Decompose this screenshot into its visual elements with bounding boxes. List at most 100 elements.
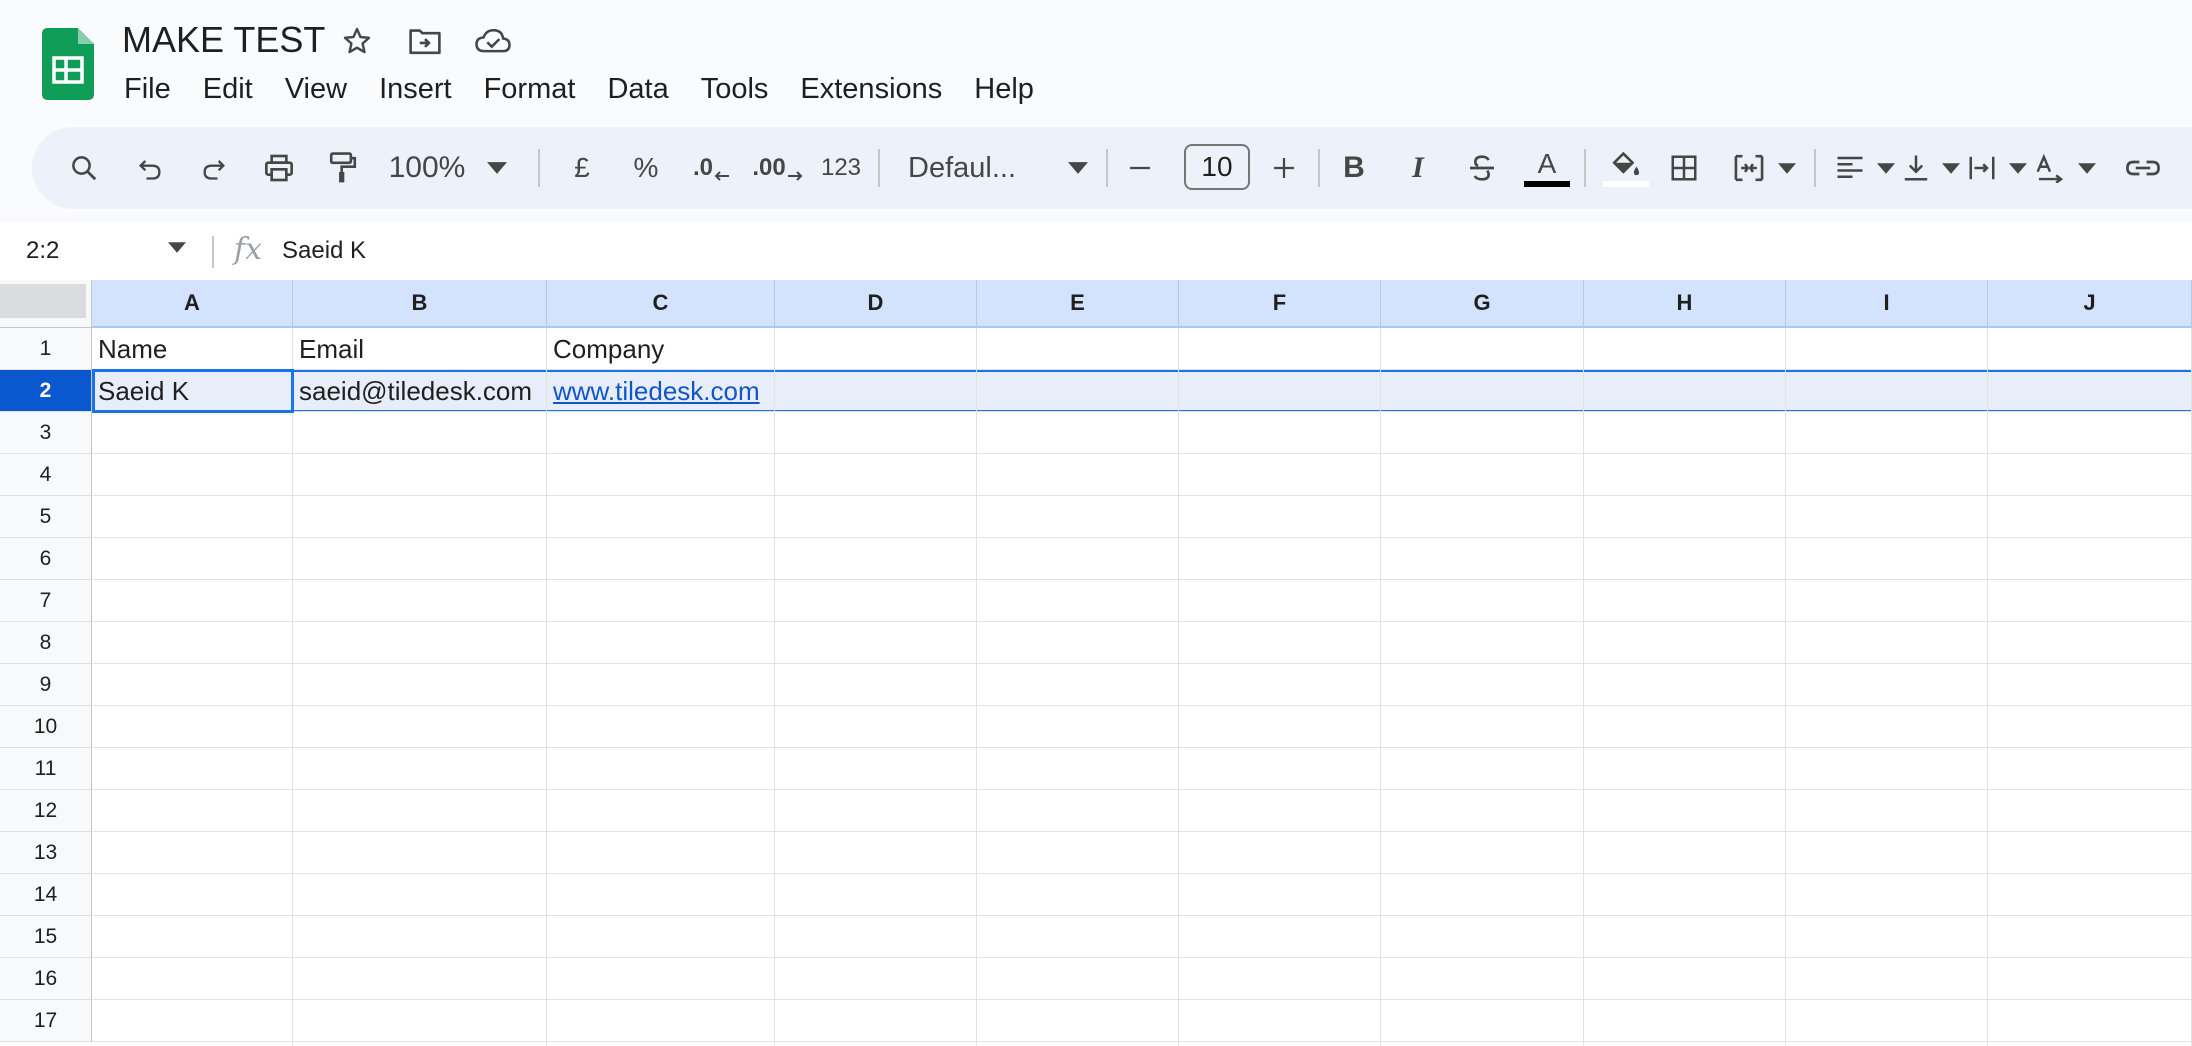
menu-edit[interactable]: Edit (187, 66, 269, 112)
toolbar-divider (1106, 149, 1108, 187)
column-header-f[interactable]: F (1179, 280, 1381, 328)
cell-header-name[interactable]: Name (92, 328, 293, 370)
chevron-down-icon (2009, 162, 2027, 174)
row-header-16[interactable]: 16 (0, 958, 92, 1000)
move-to-folder-icon[interactable] (406, 22, 444, 60)
gridline (1380, 328, 1381, 1046)
gridline (92, 579, 2192, 580)
menu-extensions[interactable]: Extensions (784, 66, 958, 112)
plus-icon (1274, 158, 1294, 178)
active-cell-outline[interactable] (92, 369, 294, 413)
gridline (92, 1041, 2192, 1042)
minus-icon (1130, 166, 1150, 170)
row-header-15[interactable]: 15 (0, 916, 92, 958)
toolbar-divider (1584, 149, 1586, 187)
row-header-8[interactable]: 8 (0, 622, 92, 664)
row-header-12[interactable]: 12 (0, 790, 92, 832)
print-button[interactable] (258, 127, 300, 209)
borders-button[interactable] (1662, 127, 1706, 209)
row-header-10[interactable]: 10 (0, 706, 92, 748)
menu-help[interactable]: Help (958, 66, 1050, 112)
cell-link[interactable]: www.tiledesk.com (547, 370, 775, 412)
row-header-11[interactable]: 11 (0, 748, 92, 790)
formula-input[interactable]: Saeid K (282, 222, 366, 280)
fill-color-button[interactable] (1598, 127, 1654, 209)
menu-file[interactable]: File (108, 66, 187, 112)
text-color-button[interactable]: A (1522, 127, 1572, 209)
font-size-input[interactable]: 10 (1184, 144, 1250, 190)
row-header-2[interactable]: 2 (0, 370, 92, 412)
horizontal-align-button[interactable] (1828, 127, 1902, 209)
star-icon[interactable] (338, 22, 376, 60)
column-header-c[interactable]: C (547, 280, 775, 328)
cell-header-email[interactable]: Email (293, 328, 547, 370)
text-wrapping-button[interactable] (1960, 127, 2034, 209)
zoom-select[interactable]: 100% (386, 127, 510, 209)
cell-header-company[interactable]: Company (547, 328, 775, 370)
sheets-logo[interactable] (42, 28, 94, 100)
column-header-d[interactable]: D (775, 280, 977, 328)
column-header-h[interactable]: H (1584, 280, 1786, 328)
column-header-j[interactable]: J (1988, 280, 2192, 328)
increase-decimal-button[interactable]: .00 (748, 127, 808, 209)
row-header-4[interactable]: 4 (0, 454, 92, 496)
column-header-g[interactable]: G (1381, 280, 1584, 328)
strikethrough-button[interactable] (1460, 127, 1504, 209)
borders-icon (1671, 155, 1697, 181)
menu-data[interactable]: Data (591, 66, 684, 112)
row-header-1[interactable]: 1 (0, 328, 92, 370)
menu-insert[interactable]: Insert (363, 66, 468, 112)
select-all-corner[interactable] (0, 280, 92, 328)
bold-button[interactable]: B (1332, 127, 1376, 209)
toolbar-divider (878, 149, 880, 187)
row-header-6[interactable]: 6 (0, 538, 92, 580)
spreadsheet-grid: A B C D E F G H I J 1 2 3 4 5 6 7 8 9 10 11 12 13 14 15 16 17 Name E… (0, 280, 2192, 1046)
search-menus-button[interactable] (62, 127, 106, 209)
decrease-decimal-button[interactable]: .0 (684, 127, 740, 209)
menu-tools[interactable]: Tools (685, 66, 785, 112)
increase-font-size-button[interactable] (1262, 127, 1306, 209)
menu-view[interactable]: View (269, 66, 363, 112)
merge-cells-button[interactable] (1724, 127, 1804, 209)
row-header-7[interactable]: 7 (0, 580, 92, 622)
cloud-saved-icon[interactable] (474, 22, 512, 60)
chevron-down-icon[interactable] (168, 242, 186, 253)
gridline (292, 328, 293, 1046)
paint-format-button[interactable] (322, 127, 364, 209)
currency-format-button[interactable]: £ (562, 127, 602, 209)
decrease-font-size-button[interactable] (1118, 127, 1162, 209)
font-family-select[interactable]: Defaul... (898, 127, 1088, 209)
column-header-e[interactable]: E (977, 280, 1179, 328)
more-formats-button[interactable]: 123 (814, 127, 868, 209)
insert-link-button[interactable] (2118, 127, 2168, 209)
insert-link-icon (2126, 160, 2160, 176)
menu-format[interactable]: Format (468, 66, 592, 112)
gridline (92, 537, 2192, 538)
frozen-row-handle[interactable] (0, 284, 86, 318)
column-header-i[interactable]: I (1786, 280, 1988, 328)
cell-email[interactable]: saeid@tiledesk.com (293, 370, 547, 412)
zoom-value: 100% (388, 151, 466, 184)
row-header-17[interactable]: 17 (0, 1000, 92, 1042)
row-header-3[interactable]: 3 (0, 412, 92, 454)
vertical-align-button[interactable] (1894, 127, 1968, 209)
merge-cells-icon (1734, 154, 1764, 182)
chevron-down-icon (1068, 162, 1088, 174)
column-header-a[interactable]: A (92, 280, 293, 328)
redo-button[interactable] (194, 127, 234, 209)
chevron-down-icon (1778, 162, 1796, 174)
name-box[interactable]: 2:2 (26, 222, 59, 280)
italic-button[interactable]: I (1396, 127, 1440, 209)
row-header-9[interactable]: 9 (0, 664, 92, 706)
row-header-13[interactable]: 13 (0, 832, 92, 874)
document-title[interactable]: MAKE TEST (122, 18, 325, 62)
undo-button[interactable] (130, 127, 170, 209)
row-header-5[interactable]: 5 (0, 496, 92, 538)
chevron-down-icon (1942, 162, 1960, 174)
text-rotation-button[interactable] (2028, 127, 2102, 209)
percent-format-button[interactable]: % (626, 127, 666, 209)
column-header-b[interactable]: B (293, 280, 547, 328)
row-header-14[interactable]: 14 (0, 874, 92, 916)
gridline (546, 328, 547, 1046)
chevron-down-icon (1877, 162, 1895, 174)
